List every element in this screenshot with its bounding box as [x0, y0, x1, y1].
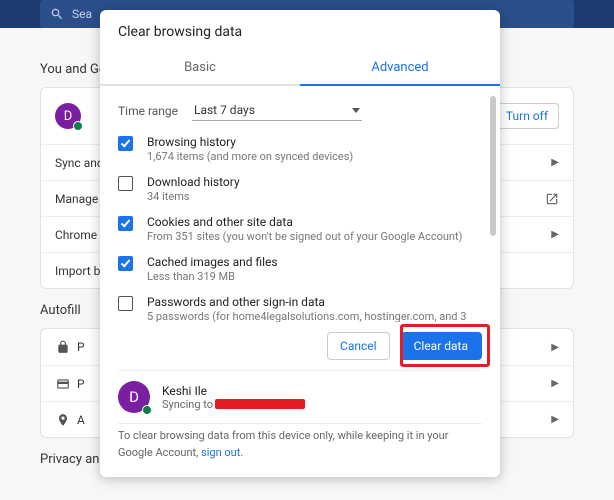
checkbox-title: Download history: [147, 175, 240, 189]
turn-off-button[interactable]: Turn off: [495, 103, 559, 129]
checkbox-title: Browsing history: [147, 135, 353, 149]
checkbox[interactable]: [118, 256, 133, 271]
checkbox-subtitle: 34 items: [147, 190, 240, 203]
location-icon: [55, 413, 71, 427]
search-icon: [50, 7, 64, 21]
checkbox[interactable]: [118, 176, 133, 191]
checkbox[interactable]: [118, 136, 133, 151]
sign-out-link[interactable]: sign out: [201, 446, 240, 459]
checkbox-title: Cached images and files: [147, 255, 278, 269]
time-range-label: Time range: [118, 104, 192, 118]
clear-browsing-data-dialog: Clear browsing data Basic Advanced Time …: [100, 10, 500, 477]
checkbox-subtitle: 1,674 items (and more on synced devices): [147, 150, 353, 163]
tab-basic[interactable]: Basic: [100, 50, 300, 84]
avatar: D: [55, 103, 81, 129]
tab-advanced[interactable]: Advanced: [300, 50, 500, 84]
avatar: D: [118, 381, 150, 413]
external-link-icon: [545, 192, 559, 206]
sync-label: Syncing to: [162, 398, 213, 411]
checkbox-subtitle: From 351 sites (you won't be signed out …: [147, 230, 462, 243]
chevron-down-icon: [352, 108, 360, 113]
checkbox-title: Cookies and other site data: [147, 215, 462, 229]
cancel-button[interactable]: Cancel: [327, 332, 390, 360]
user-name: Keshi Ile: [162, 384, 305, 398]
checkbox-row: Passwords and other sign-in data5 passwo…: [118, 295, 478, 322]
checkbox-row: Download history34 items: [118, 175, 478, 203]
search-placeholder: Sea: [72, 7, 92, 21]
chevron-right-icon: ▶: [551, 229, 559, 240]
highlight-annotation: [400, 324, 490, 367]
scrollbar[interactable]: [490, 96, 496, 236]
chevron-right-icon: ▶: [551, 157, 559, 168]
key-icon: [55, 340, 71, 354]
checkbox-title: Passwords and other sign-in data: [147, 295, 478, 309]
chevron-right-icon: ▶: [551, 414, 559, 425]
redacted-text: [215, 399, 305, 409]
footnote: To clear browsing data from this device …: [100, 424, 500, 477]
checkbox[interactable]: [118, 296, 133, 311]
chevron-right-icon: ▶: [551, 342, 559, 353]
checkbox-subtitle: 5 passwords (for home4legalsolutions.com…: [147, 310, 478, 322]
checkbox[interactable]: [118, 216, 133, 231]
checkbox-row: Browsing history1,674 items (and more on…: [118, 135, 478, 163]
checkbox-row: Cookies and other site dataFrom 351 site…: [118, 215, 478, 243]
card-icon: [55, 377, 71, 391]
time-range-select[interactable]: Last 7 days: [192, 100, 362, 121]
checkbox-row: Cached images and filesLess than 319 MB: [118, 255, 478, 283]
checkbox-subtitle: Less than 319 MB: [147, 270, 278, 283]
chevron-right-icon: ▶: [551, 378, 559, 389]
dialog-title: Clear browsing data: [100, 10, 500, 50]
